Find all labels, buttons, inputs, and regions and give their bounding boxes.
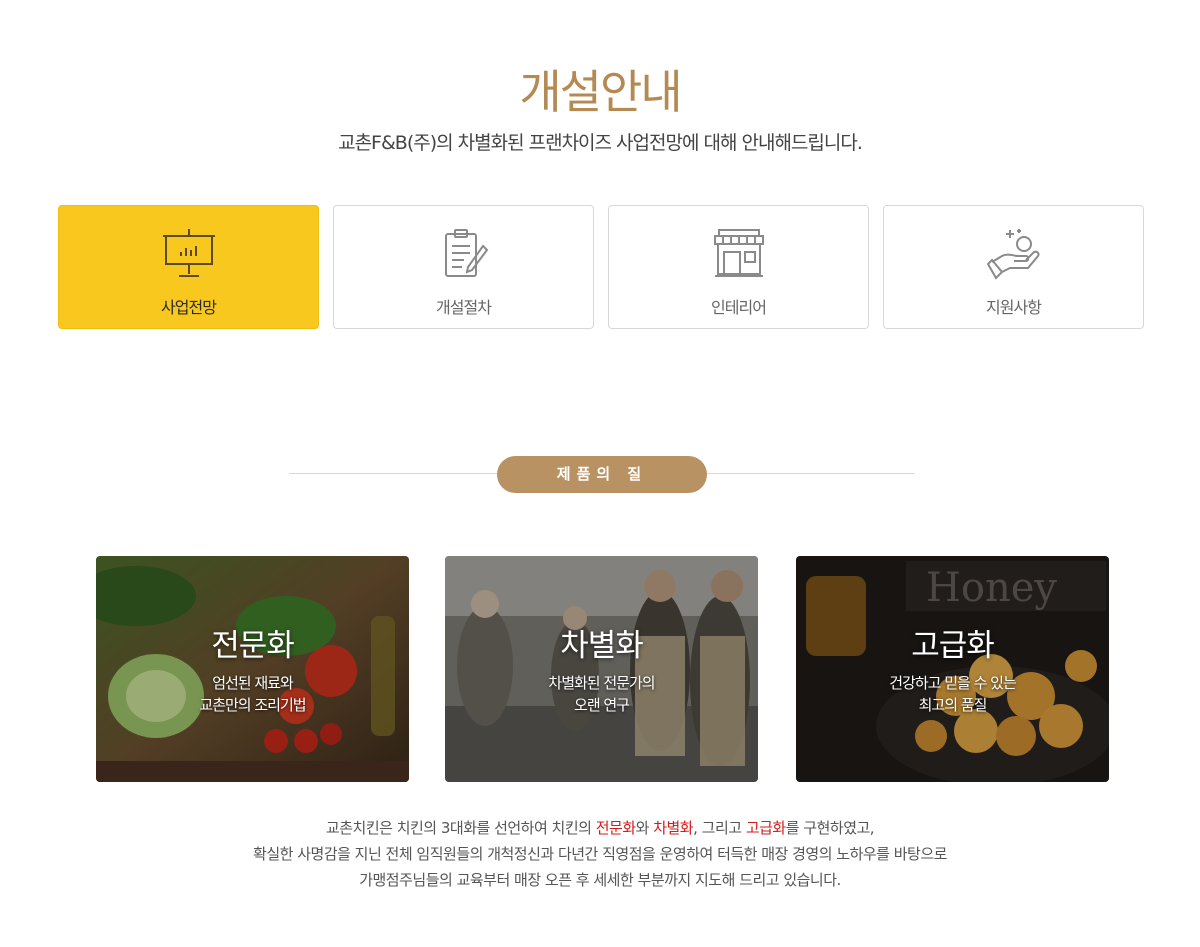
card-desc-line: 차별화된 전문가의	[548, 674, 655, 692]
tab-opening-procedure[interactable]: 개설절차	[333, 205, 594, 329]
image-overlay	[445, 556, 758, 782]
text-segment: 교촌치킨은 치킨의 3대화를 선언하여 치킨의	[325, 819, 596, 837]
text-segment: 와	[635, 819, 654, 837]
description-paragraph: 교촌치킨은 치킨의 3대화를 선언하여 치킨의 전문화와 차별화, 그리고 고급…	[0, 815, 1200, 893]
tab-label: 개설절차	[436, 298, 492, 317]
card-description: 건강하고 믿을 수 있는 최고의 품질	[796, 672, 1109, 716]
card-specialization: 전문화 엄선된 재료와 교촌만의 조리기법	[96, 556, 409, 782]
highlight-specialization: 전문화	[595, 819, 636, 837]
page-title: 개설안내	[519, 65, 682, 119]
tab-label: 지원사항	[986, 298, 1042, 317]
card-description: 차별화된 전문가의 오랜 연구	[445, 672, 758, 716]
card-desc-line: 건강하고 믿을 수 있는	[889, 674, 1017, 692]
presentation-chart-icon	[163, 229, 215, 277]
card-desc-line: 교촌만의 조리기법	[199, 696, 306, 714]
card-desc-line: 엄선된 재료와	[212, 674, 294, 692]
description-line-3: 가맹점주님들의 교육부터 매장 오픈 후 세세한 부분까지 지도해 드리고 있습…	[359, 871, 841, 889]
card-title: 전문화	[211, 628, 295, 664]
card-differentiation: 차별화 차별화된 전문가의 오랜 연구	[445, 556, 758, 782]
page-subtitle: 교촌F&B(주)의 차별화된 프랜차이즈 사업전망에 대해 안내해드립니다.	[338, 132, 863, 154]
text-segment: 를 구현하였고,	[785, 819, 875, 837]
tab-business-outlook[interactable]: 사업전망	[58, 205, 319, 329]
image-overlay	[796, 556, 1109, 782]
card-premium: Honey 고급화 건강하고 믿을 수 있는 최고의 품질	[796, 556, 1109, 782]
card-title: 고급화	[911, 628, 995, 664]
divider-left	[289, 473, 501, 474]
tab-support[interactable]: 지원사항	[883, 205, 1144, 329]
image-overlay	[96, 556, 409, 782]
highlight-premium: 고급화	[745, 819, 786, 837]
card-desc-line: 최고의 품질	[918, 696, 988, 714]
hand-sparkle-icon	[986, 229, 1040, 280]
card-desc-line: 오랜 연구	[574, 696, 630, 714]
section-heading-pill: 제품의 질	[497, 456, 707, 493]
description-line-2: 확실한 사명감을 지닌 전체 임직원들의 개척정신과 다년간 직영점을 운영하여…	[253, 845, 947, 863]
tab-menu: 사업전망 개설절차 인테리어 지원사항	[58, 205, 1146, 331]
tab-interior[interactable]: 인테리어	[608, 205, 869, 329]
card-description: 엄선된 재료와 교촌만의 조리기법	[96, 672, 409, 716]
tab-label: 인테리어	[711, 298, 767, 317]
card-title: 차별화	[560, 628, 644, 664]
clipboard-pencil-icon	[445, 229, 489, 277]
divider-right	[703, 473, 915, 474]
tab-label: 사업전망	[161, 298, 217, 317]
storefront-icon	[714, 229, 764, 277]
description-line-1: 교촌치킨은 치킨의 3대화를 선언하여 치킨의 전문화와 차별화, 그리고 고급…	[0, 815, 1200, 841]
text-segment: , 그리고	[693, 819, 746, 837]
highlight-differentiation: 차별화	[653, 819, 694, 837]
